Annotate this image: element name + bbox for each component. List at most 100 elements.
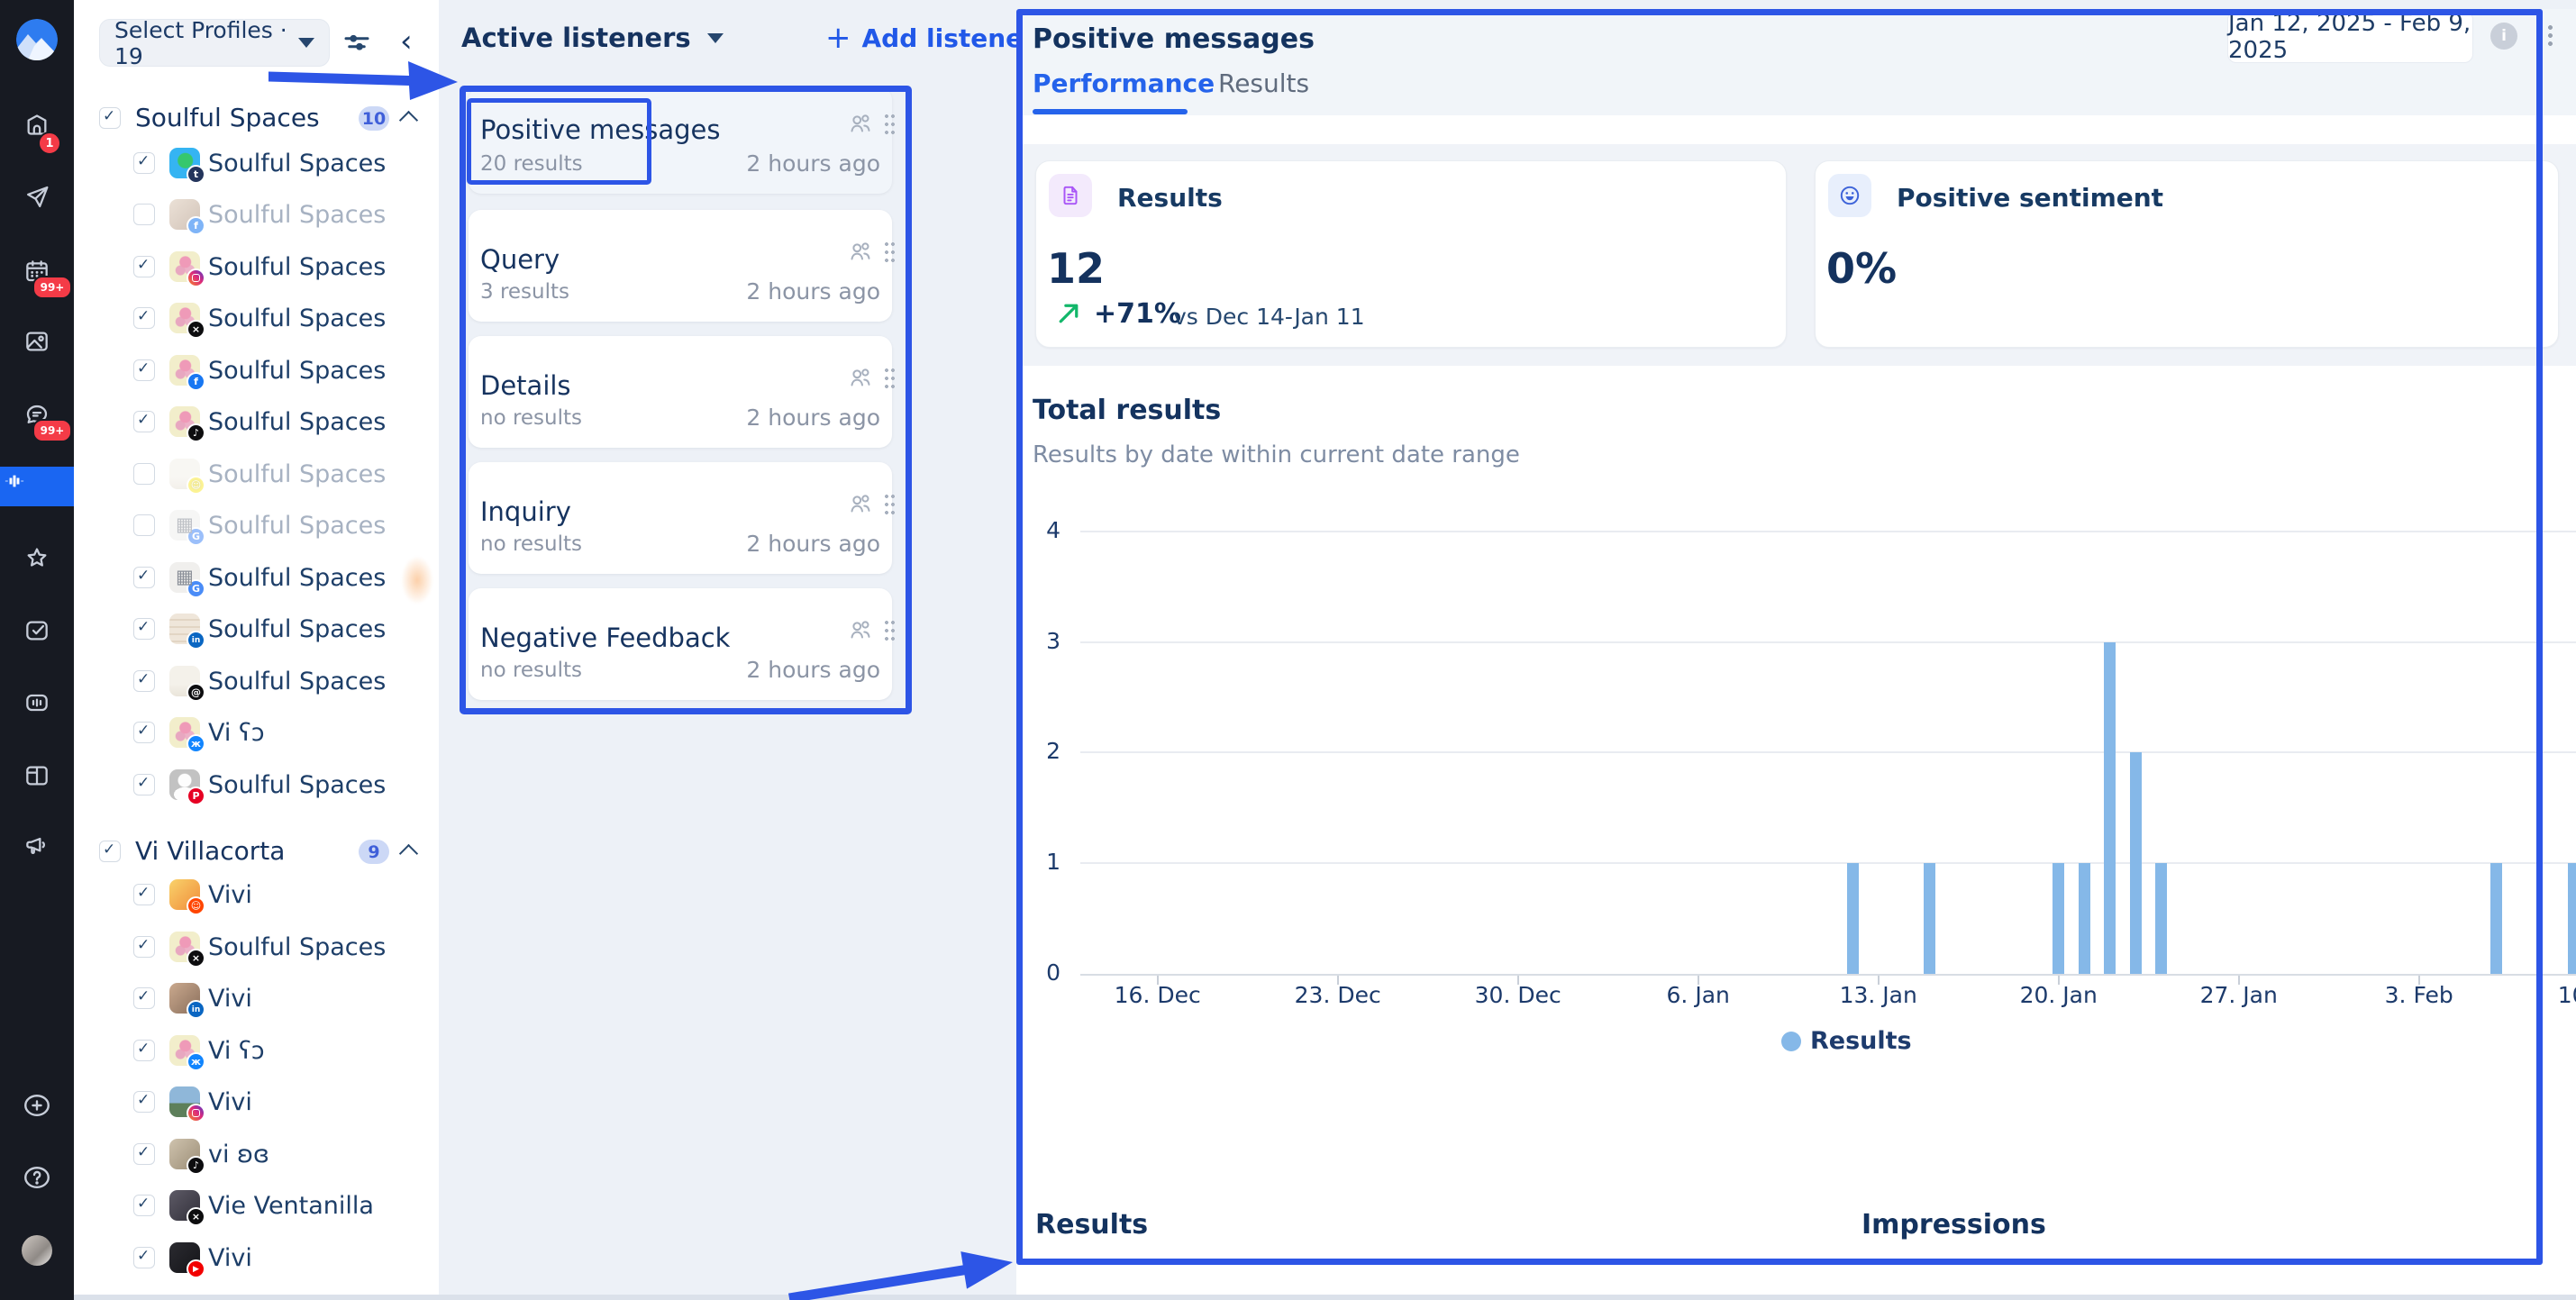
profile-checkbox[interactable] [133, 1091, 155, 1113]
profile-row[interactable]: ☺Vivi [74, 876, 439, 914]
help-icon[interactable] [0, 1158, 74, 1197]
profile-checkbox[interactable] [133, 774, 155, 795]
tab-results[interactable]: Results [1218, 68, 1309, 98]
group-checkbox[interactable] [99, 841, 121, 862]
profile-checkbox[interactable] [133, 1143, 155, 1165]
profile-checkbox[interactable] [133, 936, 155, 958]
profile-row[interactable]: жVi ʕɔ [74, 714, 439, 751]
user-avatar[interactable] [0, 1231, 74, 1270]
profile-checkbox[interactable] [133, 1247, 155, 1268]
listener-card-positive-messages[interactable]: Positive messages 20 results 2 hours ago [469, 87, 892, 194]
profile-row[interactable]: inVivi [74, 979, 439, 1017]
collapse-panel-icon[interactable]: ‹ [400, 23, 413, 59]
profile-row[interactable]: Vivi [74, 1083, 439, 1121]
chart-bar[interactable] [2130, 752, 2142, 974]
people-icon[interactable] [847, 365, 874, 392]
profile-checkbox[interactable] [133, 987, 155, 1009]
profile-row[interactable]: PSoulful Spaces [74, 766, 439, 804]
profile-row[interactable]: @Soulful Spaces [74, 662, 439, 700]
people-icon[interactable] [847, 617, 874, 644]
date-range-picker[interactable]: Jan 12, 2025 - Feb 9, 2025 [2227, 11, 2473, 63]
profile-checkbox[interactable] [133, 722, 155, 743]
profile-checkbox[interactable] [133, 567, 155, 588]
profile-row[interactable]: Soulful Spaces [74, 248, 439, 286]
profile-row[interactable]: GSoulful Spaces [74, 559, 439, 596]
card-menu-dots-icon[interactable] [885, 621, 895, 641]
tasks-check-icon[interactable] [0, 611, 74, 650]
advocacy-megaphone-icon[interactable] [0, 826, 74, 866]
profile-row[interactable]: ▶Vivi [74, 1239, 439, 1277]
chart-bar[interactable] [2104, 642, 2116, 974]
profile-checkbox[interactable] [133, 1195, 155, 1216]
chart-bar[interactable] [2568, 863, 2576, 974]
profile-group-header[interactable]: Soulful Spaces 10 [74, 103, 439, 133]
listener-card-inquiry[interactable]: Inquiry no results 2 hours ago [469, 462, 892, 574]
profile-row[interactable]: fSoulful Spaces [74, 195, 439, 233]
profile-row[interactable]: tSoulful Spaces [74, 144, 439, 182]
profile-row[interactable]: ×Soulful Spaces [74, 299, 439, 337]
profile-checkbox[interactable] [133, 359, 155, 381]
profile-checkbox[interactable] [133, 204, 155, 225]
profile-row[interactable]: жVi ʕɔ [74, 1032, 439, 1069]
add-listener-button[interactable]: + Add listener [825, 20, 1035, 56]
profile-row[interactable]: ♪vi ʚɞ [74, 1135, 439, 1173]
select-profiles-dropdown[interactable]: Select Profiles · 19 [99, 19, 330, 67]
dashboard-layout-icon[interactable] [0, 756, 74, 795]
profile-checkbox[interactable] [133, 1040, 155, 1061]
tab-performance[interactable]: Performance [1033, 68, 1215, 98]
reviews-star-icon[interactable] [0, 539, 74, 578]
listeners-header[interactable]: Active listeners [461, 20, 724, 56]
kebab-menu-icon[interactable] [2548, 25, 2553, 46]
chart-bar[interactable] [2079, 863, 2090, 974]
app-root: 1 99+ 99+ [0, 0, 2576, 1300]
filter-icon[interactable] [341, 27, 373, 63]
profile-checkbox[interactable] [133, 514, 155, 536]
profile-row[interactable]: inSoulful Spaces [74, 610, 439, 648]
sidebar-item-listening-active[interactable] [0, 467, 74, 506]
chart-bar[interactable] [2053, 863, 2064, 974]
profile-row[interactable]: ×Vie Ventanilla [74, 1186, 439, 1224]
profile-avatar: in [169, 983, 200, 1014]
profile-name: Soulful Spaces [208, 144, 386, 182]
profile-row[interactable]: ×Soulful Spaces [74, 928, 439, 966]
profile-row[interactable]: ☺Soulful Spaces [74, 455, 439, 493]
chart-bar[interactable] [1924, 863, 1935, 974]
reports-bars-icon[interactable] [0, 683, 74, 723]
profile-checkbox[interactable] [133, 618, 155, 640]
profile-checkbox[interactable] [133, 152, 155, 174]
media-library-icon[interactable] [0, 322, 74, 361]
listener-card-query[interactable]: Query 3 results 2 hours ago [469, 210, 892, 322]
listener-card-details[interactable]: Details no results 2 hours ago [469, 336, 892, 448]
people-icon[interactable] [847, 491, 874, 518]
profile-checkbox[interactable] [133, 411, 155, 432]
chart-bar[interactable] [2155, 863, 2167, 974]
chart-bar[interactable] [1847, 863, 1859, 974]
profile-checkbox[interactable] [133, 256, 155, 277]
publishing-send-icon[interactable] [0, 177, 74, 217]
profiles-panel: Select Profiles · 19 ‹ Soulful Spaces 10… [74, 0, 439, 1295]
group-checkbox[interactable] [99, 107, 121, 129]
profile-row[interactable]: GSoulful Spaces [74, 506, 439, 544]
people-icon[interactable] [847, 111, 874, 138]
card-menu-dots-icon[interactable] [885, 242, 895, 262]
chevron-up-icon[interactable] [399, 844, 418, 863]
chart-bar[interactable] [2490, 863, 2502, 974]
card-menu-dots-icon[interactable] [885, 368, 895, 388]
profile-group-header[interactable]: Vi Villacorta 9 [74, 836, 439, 867]
app-logo-icon[interactable] [16, 19, 58, 60]
profile-checkbox[interactable] [133, 884, 155, 905]
home-icon[interactable] [0, 106, 74, 146]
card-menu-dots-icon[interactable] [885, 114, 895, 134]
listener-card-negative-feedback[interactable]: Negative Feedback no results 2 hours ago [469, 588, 892, 700]
profile-checkbox[interactable] [133, 307, 155, 329]
listener-updated: 2 hours ago [746, 405, 880, 431]
profile-row[interactable]: fSoulful Spaces [74, 351, 439, 389]
profile-checkbox[interactable] [133, 670, 155, 692]
profile-row[interactable]: ♪Soulful Spaces [74, 403, 439, 441]
profile-checkbox[interactable] [133, 463, 155, 485]
card-menu-dots-icon[interactable] [885, 495, 895, 514]
chevron-up-icon[interactable] [399, 111, 418, 130]
people-icon[interactable] [847, 239, 874, 266]
add-plus-icon[interactable] [0, 1086, 74, 1125]
info-icon[interactable]: i [2490, 23, 2517, 50]
